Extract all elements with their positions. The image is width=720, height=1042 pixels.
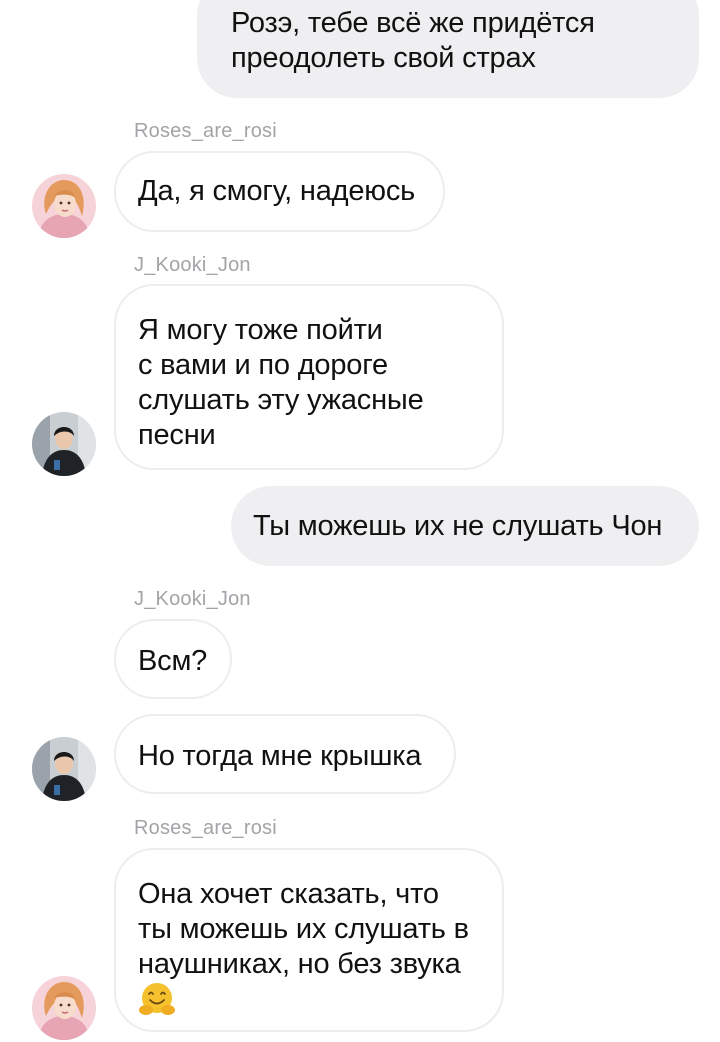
message-text: Она хочет сказать, что [138,878,439,910]
message-text: слушать эту ужасные [138,384,424,416]
message-text: Я могу тоже пойти [138,314,383,346]
outgoing-message[interactable]: Ты можешь их не слушать Чон [231,486,699,566]
sender-name: J_Kooki_Jon [134,254,251,276]
message-text: Но тогда мне крышка [138,740,422,772]
incoming-message[interactable]: Но тогда мне крышка [114,714,456,794]
sender-name: J_Kooki_Jon [134,588,251,610]
message-text: Розэ, тебе всё же придётся [231,7,595,39]
message-text: преодолеть свой страх [231,42,536,74]
jon-avatar[interactable] [32,737,96,801]
message-text: с вами и по дороге [138,349,388,381]
avatar-image [32,976,96,1040]
emoji-line [138,982,502,1020]
outgoing-message[interactable]: Розэ, тебе всё же придётся преодолеть св… [197,0,699,98]
jon-avatar[interactable] [32,412,96,476]
message-text: Да, я смогу, надеюсь [138,175,416,207]
incoming-message[interactable]: Да, я смогу, надеюсь [114,151,445,232]
rose-avatar[interactable] [32,174,96,238]
hugging-face-emoji [139,983,175,1016]
message-text: Всм? [138,645,208,677]
message-text: наушниках, но без звука [138,948,461,980]
avatar-image [32,737,96,801]
avatar-image [32,174,96,238]
incoming-message[interactable]: Всм? [114,619,232,699]
avatar-image [32,412,96,476]
message-text: песни [138,419,216,451]
incoming-message[interactable]: Я могу тоже пойти с вами и по дороге слу… [114,284,504,470]
message-text: ты можешь их слушать в [138,913,469,945]
incoming-message[interactable]: Она хочет сказать, что ты можешь их слуш… [114,848,504,1032]
rose-avatar[interactable] [32,976,96,1040]
sender-name: Roses_are_rosi [134,120,277,142]
sender-name: Roses_are_rosi [134,817,277,839]
message-text: Ты можешь их не слушать Чон [253,510,663,542]
